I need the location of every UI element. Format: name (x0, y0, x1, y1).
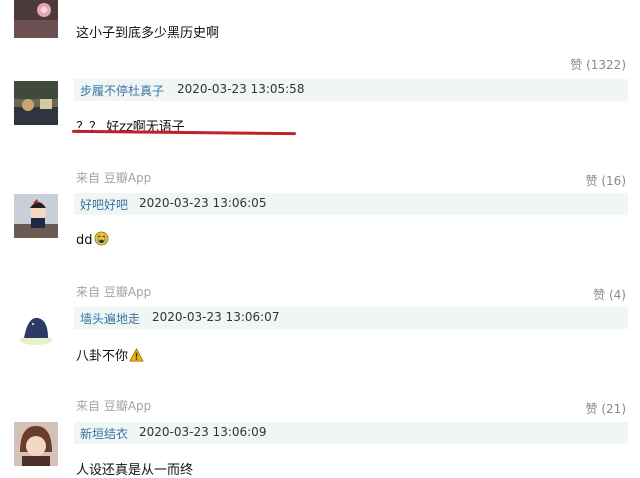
avatar-image (14, 0, 58, 38)
like-button[interactable]: 赞 (16) (586, 172, 626, 189)
comment-source: 来自 豆瓣App (76, 171, 152, 185)
comment-meta-bar: 好吧好吧 2020-03-23 13:06:05 (74, 193, 628, 215)
avatar-image (14, 81, 58, 125)
comment-text: 八卦不你 (76, 345, 144, 366)
comment-text-body: dd (76, 233, 93, 248)
avatar[interactable] (14, 194, 58, 238)
comment-text-body: 八卦不你 (76, 349, 129, 364)
comment-source: 来自 豆瓣App (76, 285, 152, 299)
comment-time: 2020-03-23 13:06:09 (139, 425, 267, 439)
username-link[interactable]: 墙头遍地走 (80, 310, 140, 327)
warning-emoji-icon (129, 348, 144, 366)
username-link[interactable]: 步履不停杜真子 (80, 82, 164, 99)
comment-text: 人设还真是从一而终 (76, 463, 194, 478)
comment-meta-bar: 步履不停杜真子 2020-03-23 13:05:58 (74, 79, 628, 101)
avatar[interactable] (14, 0, 58, 38)
comment-text: dd (76, 231, 109, 250)
crying-face-emoji-icon (94, 231, 109, 250)
like-button[interactable]: 赞 (1322) (570, 56, 626, 73)
comment-source: 来自 豆瓣App (76, 399, 152, 413)
comment-meta-bar: 新垣结衣 2020-03-23 13:06:09 (74, 422, 628, 444)
comment-meta-bar: 墙头遍地走 2020-03-23 13:06:07 (74, 307, 628, 329)
like-button[interactable]: 赞 (21) (586, 400, 626, 417)
comment-time: 2020-03-23 13:06:05 (139, 196, 267, 210)
avatar-image (14, 306, 58, 350)
avatar-image (14, 422, 58, 466)
comment-time: 2020-03-23 13:06:07 (152, 310, 280, 324)
like-button[interactable]: 赞 (4) (593, 286, 626, 303)
avatar[interactable] (14, 422, 58, 466)
username-link[interactable]: 新垣结衣 (80, 425, 128, 442)
username-link[interactable]: 好吧好吧 (80, 196, 128, 213)
comment-text: 这小子到底多少黑历史啊 (76, 26, 220, 41)
comment-time: 2020-03-23 13:05:58 (177, 82, 305, 96)
avatar-image (14, 194, 58, 238)
avatar[interactable] (14, 306, 58, 350)
avatar[interactable] (14, 81, 58, 125)
